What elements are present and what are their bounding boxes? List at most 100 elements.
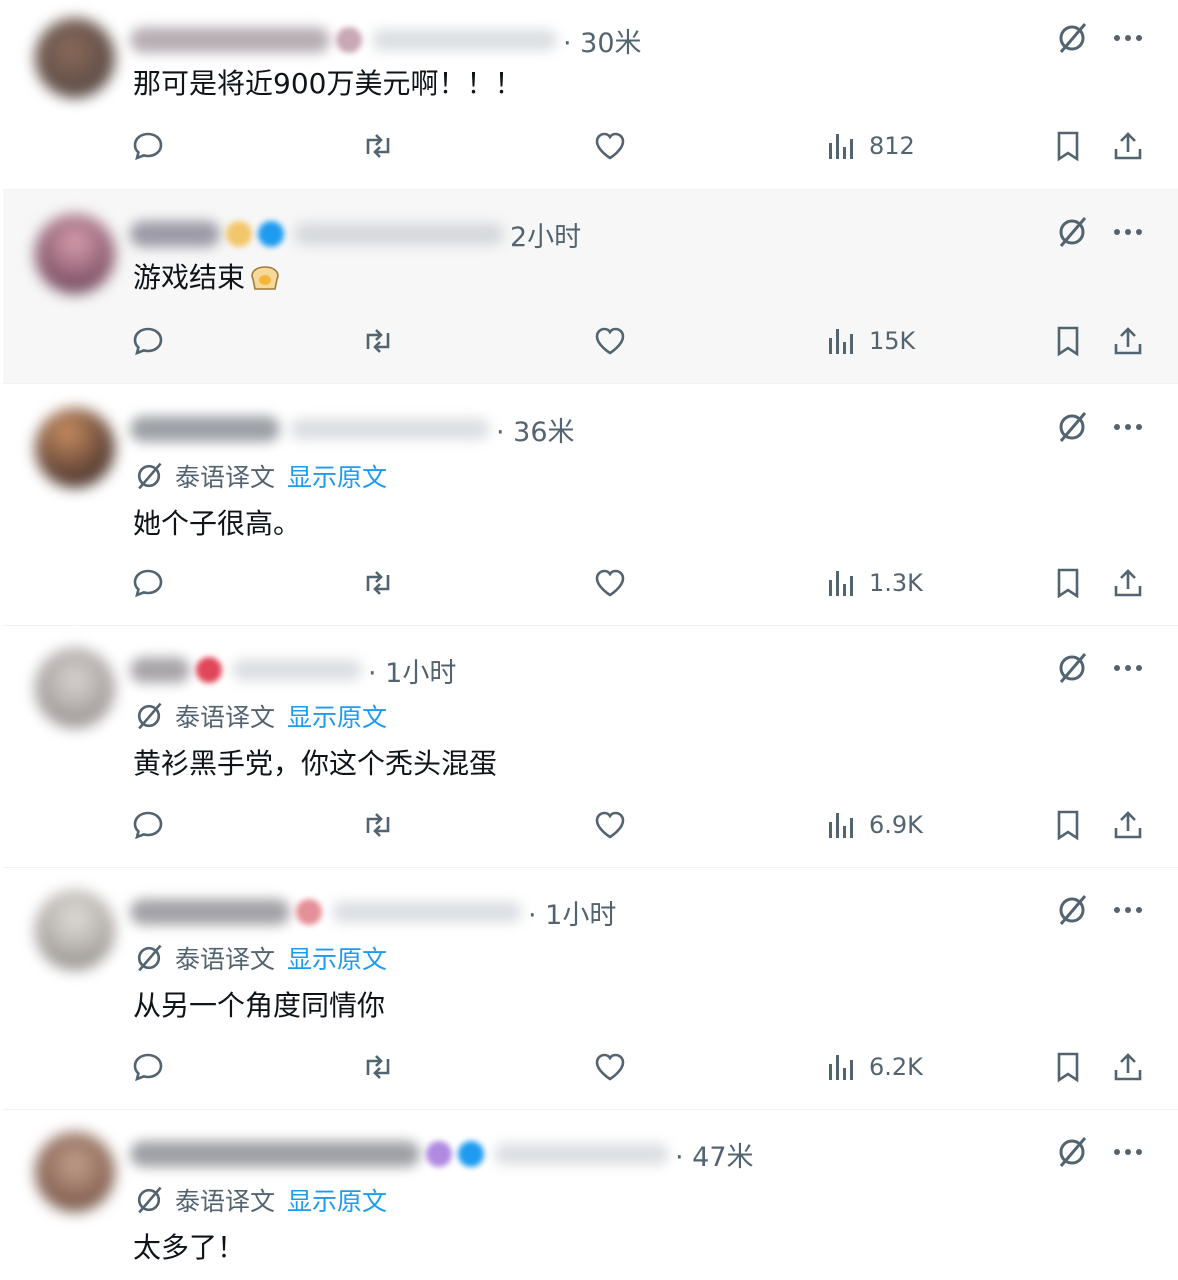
repost-button[interactable]	[361, 126, 395, 166]
post-text: 从另一个角度同情你	[133, 989, 386, 1022]
display-name[interactable]	[130, 27, 330, 53]
post[interactable]: · 1小时 泰语译文 显示原文 从另一个角度同情你 6.2K	[3, 868, 1178, 1110]
repost-button[interactable]	[361, 563, 395, 603]
show-original-link[interactable]: 显示原文	[287, 1182, 387, 1218]
post-top-icons	[1054, 409, 1146, 445]
bookmark-icon	[1057, 810, 1079, 841]
post[interactable]: · 30米 那可是将近900万美元啊！！！ 812	[3, 0, 1178, 190]
handle[interactable]	[372, 29, 557, 51]
more-icon[interactable]	[1110, 409, 1146, 445]
reply-icon	[133, 569, 163, 598]
more-icon[interactable]	[1110, 892, 1146, 928]
action-bar: 812	[3, 126, 1178, 166]
handle[interactable]	[294, 223, 504, 245]
like-button[interactable]	[593, 126, 627, 166]
emoji-badge	[296, 899, 322, 925]
handle[interactable]	[232, 659, 362, 681]
emoji-badge	[196, 657, 222, 683]
action-bar: 15K	[3, 321, 1178, 361]
share-button[interactable]	[1111, 563, 1145, 603]
bookmark-button[interactable]	[1051, 321, 1085, 361]
display-name[interactable]	[130, 899, 290, 925]
grok-icon[interactable]	[1054, 214, 1090, 250]
post-time[interactable]: · 30米	[563, 21, 642, 60]
share-icon	[1114, 569, 1142, 597]
action-bar: 1.3K	[3, 563, 1178, 603]
views-count: 6.9K	[869, 811, 923, 839]
more-icon[interactable]	[1110, 20, 1146, 56]
translation-label: 泰语译文	[175, 703, 276, 732]
grok-icon[interactable]	[1054, 892, 1090, 928]
handle[interactable]	[494, 1143, 669, 1165]
bookmark-button[interactable]	[1051, 805, 1085, 845]
post-header: · 1小时	[130, 892, 616, 932]
reply-button[interactable]	[131, 321, 165, 361]
share-button[interactable]	[1111, 126, 1145, 166]
reply-button[interactable]	[131, 1047, 165, 1087]
avatar[interactable]	[35, 890, 115, 970]
views-count: 812	[869, 132, 915, 160]
display-name[interactable]	[130, 1141, 420, 1167]
share-button[interactable]	[1111, 805, 1145, 845]
post-top-icons	[1054, 214, 1146, 250]
repost-button[interactable]	[361, 1047, 395, 1087]
post[interactable]: · 47米 泰语译文 显示原文 太多了！	[3, 1110, 1178, 1280]
bookmark-button[interactable]	[1051, 1047, 1085, 1087]
reply-icon	[133, 132, 163, 161]
more-icon[interactable]	[1110, 1134, 1146, 1170]
display-name[interactable]	[130, 416, 280, 442]
bookmark-icon	[1057, 131, 1079, 162]
avatar[interactable]	[35, 408, 115, 488]
grok-icon[interactable]	[1054, 1134, 1090, 1170]
repost-button[interactable]	[361, 321, 395, 361]
more-icon[interactable]	[1110, 650, 1146, 686]
reply-button[interactable]	[131, 126, 165, 166]
reply-button[interactable]	[131, 805, 165, 845]
post[interactable]: 2小时 游戏结束 15K	[3, 190, 1178, 384]
handle[interactable]	[290, 418, 490, 440]
grok-icon[interactable]	[1054, 650, 1090, 686]
views-button[interactable]: 812	[825, 126, 915, 166]
like-button[interactable]	[593, 805, 627, 845]
repost-button[interactable]	[361, 805, 395, 845]
bookmark-button[interactable]	[1051, 563, 1085, 603]
post-time[interactable]: · 47米	[675, 1135, 754, 1174]
like-button[interactable]	[593, 1047, 627, 1087]
share-icon	[1114, 811, 1142, 839]
bookmark-button[interactable]	[1051, 126, 1085, 166]
avatar[interactable]	[35, 1132, 115, 1212]
display-name[interactable]	[130, 221, 220, 247]
post-time[interactable]: 2小时	[510, 215, 581, 254]
avatar[interactable]	[35, 648, 115, 728]
post-time[interactable]: · 1小时	[528, 893, 616, 932]
display-name[interactable]	[130, 657, 190, 683]
share-icon	[1114, 1053, 1142, 1081]
show-original-link[interactable]: 显示原文	[287, 698, 387, 734]
show-original-link[interactable]: 显示原文	[287, 940, 387, 976]
like-button[interactable]	[593, 321, 627, 361]
avatar[interactable]	[35, 214, 115, 294]
grok-icon[interactable]	[1054, 409, 1090, 445]
share-button[interactable]	[1111, 321, 1145, 361]
repost-icon	[366, 1055, 390, 1079]
post-time[interactable]: · 36米	[496, 410, 575, 449]
views-button[interactable]: 6.2K	[825, 1047, 923, 1087]
translation-label: 泰语译文	[175, 1187, 276, 1216]
show-original-link[interactable]: 显示原文	[287, 458, 387, 494]
more-icon[interactable]	[1110, 214, 1146, 250]
post[interactable]: · 1小时 泰语译文 显示原文 黄衫黑手党，你这个秃头混蛋 6.9K	[3, 626, 1178, 868]
like-button[interactable]	[593, 563, 627, 603]
post-header: · 36米	[130, 409, 575, 449]
post-time[interactable]: · 1小时	[368, 651, 456, 690]
handle[interactable]	[332, 901, 522, 923]
share-button[interactable]	[1111, 1047, 1145, 1087]
reply-button[interactable]	[131, 563, 165, 603]
views-button[interactable]: 6.9K	[825, 805, 923, 845]
grok-icon[interactable]	[1054, 20, 1090, 56]
avatar[interactable]	[35, 18, 115, 98]
views-button[interactable]: 1.3K	[825, 563, 923, 603]
like-icon	[595, 327, 625, 355]
post[interactable]: · 36米 泰语译文 显示原文 她个子很高。 1.3K	[3, 384, 1178, 626]
views-icon	[829, 134, 853, 159]
views-button[interactable]: 15K	[825, 321, 915, 361]
